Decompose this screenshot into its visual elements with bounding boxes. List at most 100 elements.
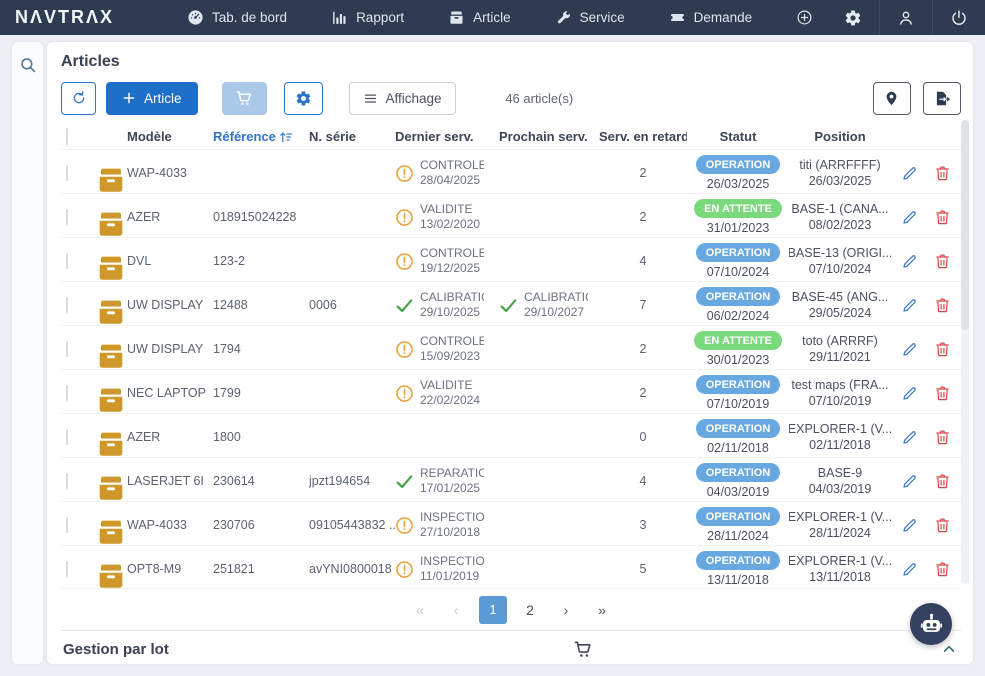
brand-logo: NΛVTRΛX: [0, 7, 165, 28]
row-checkbox[interactable]: [66, 209, 68, 225]
service-cell: INSPECTION11/01/2019: [395, 554, 499, 584]
nav-item-label: Tab. de bord: [212, 10, 287, 25]
delete-trash-icon[interactable]: [934, 429, 951, 446]
row-checkbox[interactable]: [66, 253, 68, 269]
nav-item-article[interactable]: Article: [448, 9, 511, 26]
nav-item-dashboard[interactable]: Tab. de bord: [187, 9, 287, 26]
page-next[interactable]: ›: [553, 597, 579, 623]
delete-trash-icon[interactable]: [934, 517, 951, 534]
delete-trash-icon[interactable]: [934, 209, 951, 226]
position-name: BASE-9: [818, 465, 862, 481]
cell-status: OPERATION28/11/2024: [687, 507, 789, 543]
col-serial[interactable]: N. série: [309, 129, 395, 144]
position-name: titi (ARRFFFF): [799, 157, 880, 173]
edit-pencil-icon[interactable]: [901, 209, 918, 226]
list-icon: [363, 91, 378, 106]
refresh-button[interactable]: [61, 82, 96, 115]
nav-item-rapport[interactable]: Rapport: [331, 9, 404, 26]
cell-overdue-count: 3: [599, 518, 687, 532]
page-2[interactable]: 2: [517, 597, 543, 623]
service-warning-icon: [395, 164, 414, 183]
service-date: 29/10/2025: [420, 305, 484, 320]
nav-item-service[interactable]: Service: [555, 9, 625, 26]
position-name: BASE-45 (ANG...: [792, 289, 889, 305]
robot-icon: [918, 611, 945, 638]
table-settings-button[interactable]: [284, 82, 323, 115]
edit-pencil-icon[interactable]: [901, 297, 918, 314]
page-first[interactable]: «: [407, 597, 433, 623]
search-icon[interactable]: [19, 56, 37, 74]
edit-pencil-icon[interactable]: [901, 517, 918, 534]
nav-item-demande[interactable]: Demande: [669, 9, 753, 26]
scrollbar-thumb[interactable]: [961, 120, 969, 330]
cell-reference: 1794: [213, 342, 309, 356]
power-icon: [950, 9, 968, 27]
row-checkbox[interactable]: [66, 297, 68, 313]
map-button[interactable]: [873, 82, 911, 115]
service-cell: REPARATION17/01/2025: [395, 466, 499, 496]
row-checkbox[interactable]: [66, 385, 68, 401]
delete-trash-icon[interactable]: [934, 473, 951, 490]
nav-item-add[interactable]: [796, 9, 813, 26]
cell-reference: 1799: [213, 386, 309, 400]
service-type: INSPECTION: [420, 554, 484, 569]
page-last[interactable]: »: [589, 597, 615, 623]
nav-logout-button[interactable]: [932, 0, 985, 35]
batch-cart-icon[interactable]: [573, 639, 593, 659]
page-prev[interactable]: ‹: [443, 597, 469, 623]
col-model[interactable]: Modèle: [127, 129, 213, 144]
edit-pencil-icon[interactable]: [901, 253, 918, 270]
row-actions: [891, 297, 961, 314]
status-badge: OPERATION: [696, 243, 781, 262]
cell-reference: 018915024228: [213, 210, 309, 224]
row-checkbox[interactable]: [66, 473, 68, 489]
edit-pencil-icon[interactable]: [901, 165, 918, 182]
delete-trash-icon[interactable]: [934, 341, 951, 358]
plus-icon: [122, 91, 136, 105]
cell-position: BASE-904/03/2019: [789, 465, 891, 497]
table-scrollbar[interactable]: [961, 120, 969, 584]
col-status[interactable]: Statut: [687, 129, 789, 144]
service-warning-icon: [395, 252, 414, 271]
nav-account-button[interactable]: [879, 0, 932, 35]
select-all-checkbox[interactable]: [66, 128, 68, 145]
status-badge: OPERATION: [696, 287, 781, 306]
display-button[interactable]: Affichage: [349, 82, 456, 115]
row-checkbox[interactable]: [66, 517, 68, 533]
location-pin-icon: [883, 90, 900, 107]
cell-model: WAP-4033: [127, 166, 213, 180]
row-checkbox[interactable]: [66, 165, 68, 181]
row-checkbox[interactable]: [66, 561, 68, 577]
nav-settings-button[interactable]: [827, 0, 879, 35]
edit-pencil-icon[interactable]: [901, 385, 918, 402]
export-button[interactable]: [923, 82, 961, 115]
page-1[interactable]: 1: [479, 596, 507, 624]
cell-reference: 230706: [213, 518, 309, 532]
position-name: BASE-1 (CANA...: [791, 201, 888, 217]
col-overdue[interactable]: Serv. en retard: [599, 129, 687, 144]
add-article-button[interactable]: Article: [106, 82, 198, 115]
add-article-label: Article: [144, 91, 182, 106]
col-last-service[interactable]: Dernier serv.: [395, 129, 499, 144]
delete-trash-icon[interactable]: [934, 297, 951, 314]
delete-trash-icon[interactable]: [934, 165, 951, 182]
collapse-chevron-up-icon[interactable]: [941, 641, 957, 657]
row-checkbox[interactable]: [66, 341, 68, 357]
delete-trash-icon[interactable]: [934, 253, 951, 270]
export-icon: [933, 90, 950, 107]
toolbar: Article Affichage 46 article(s): [61, 81, 961, 115]
col-reference[interactable]: Référence: [213, 129, 309, 144]
col-position[interactable]: Position: [789, 129, 891, 144]
edit-pencil-icon[interactable]: [901, 473, 918, 490]
cart-button-disabled[interactable]: [222, 82, 267, 115]
delete-trash-icon[interactable]: [934, 561, 951, 578]
position-date: 26/03/2025: [809, 173, 872, 189]
chatbot-fab[interactable]: [910, 603, 952, 645]
edit-pencil-icon[interactable]: [901, 341, 918, 358]
edit-pencil-icon[interactable]: [901, 561, 918, 578]
row-checkbox[interactable]: [66, 429, 68, 445]
article-count: 46 article(s): [505, 91, 573, 106]
delete-trash-icon[interactable]: [934, 385, 951, 402]
col-next-service[interactable]: Prochain serv.: [499, 129, 599, 144]
edit-pencil-icon[interactable]: [901, 429, 918, 446]
